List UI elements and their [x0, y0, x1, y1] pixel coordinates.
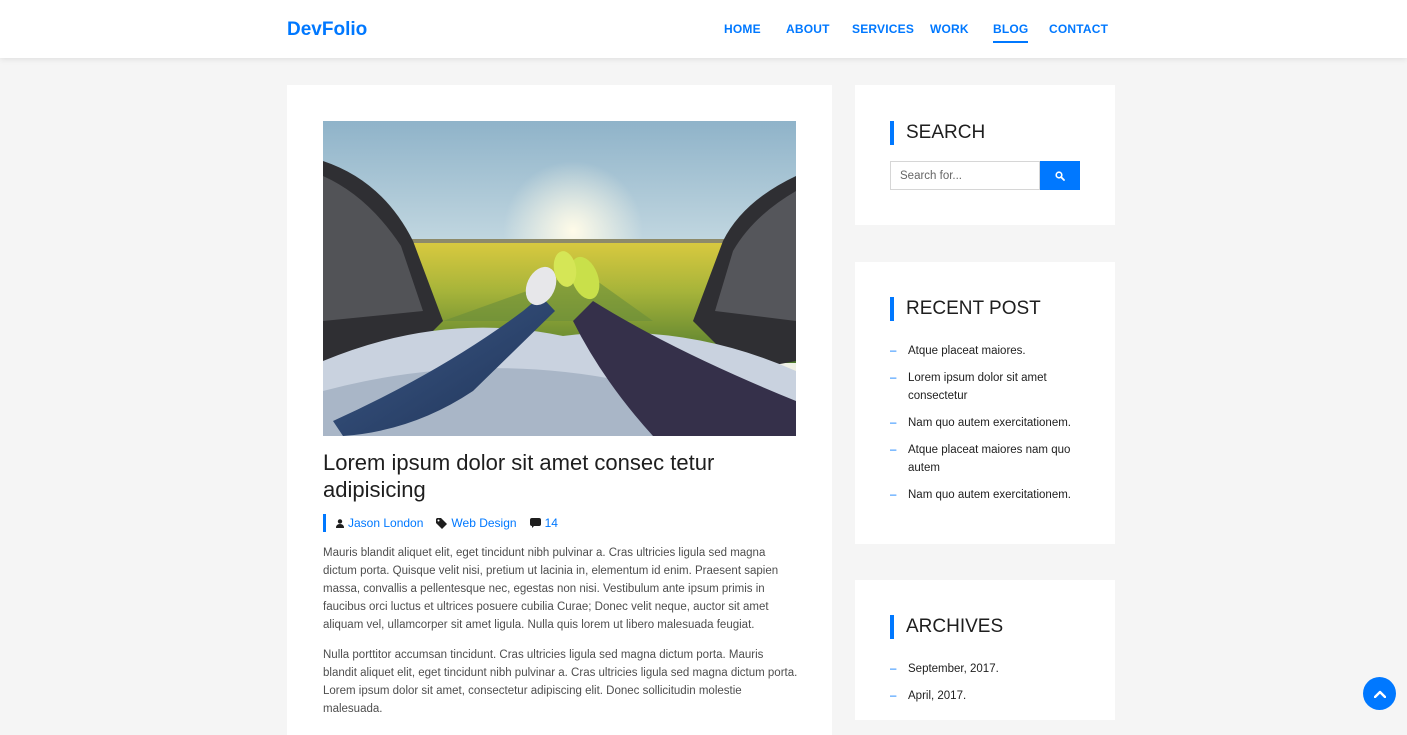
- search-icon: [1055, 170, 1065, 181]
- archives-list: – September, 2017. – April, 2017.: [890, 660, 1085, 714]
- nav-work[interactable]: WORK: [930, 22, 969, 36]
- dash-icon: –: [890, 690, 897, 702]
- recent-post-link[interactable]: Lorem ipsum dolor sit amet consectetur: [908, 372, 1047, 402]
- comment-icon: [529, 518, 541, 528]
- dash-icon: –: [890, 345, 897, 357]
- dash-icon: –: [890, 417, 897, 429]
- post-title[interactable]: Lorem ipsum dolor sit amet consec tetur …: [323, 449, 783, 503]
- archive-item[interactable]: – September, 2017.: [890, 660, 1085, 678]
- search-widget-title: SEARCH: [890, 121, 985, 145]
- blog-post-card: Lorem ipsum dolor sit amet consec tetur …: [287, 85, 832, 735]
- post-meta: Jason London Web Design 14: [323, 514, 558, 532]
- archive-link[interactable]: September, 2017.: [908, 663, 999, 675]
- tag-icon: [436, 517, 448, 529]
- recent-post-item[interactable]: – Nam quo autem exercitationem.: [890, 414, 1085, 432]
- recent-posts-widget: RECENT POST – Atque placeat maiores. – Lor…: [855, 262, 1115, 544]
- post-paragraph: Mauris blandit aliquet elit, eget tincid…: [323, 547, 779, 631]
- archive-item[interactable]: – April, 2017.: [890, 687, 1085, 705]
- search-input[interactable]: [890, 161, 1040, 190]
- archives-title: ARCHIVES: [890, 615, 1003, 639]
- recent-post-link[interactable]: Nam quo autem exercitationem.: [908, 489, 1071, 501]
- nav-home[interactable]: HOME: [724, 22, 761, 36]
- dash-icon: –: [890, 444, 897, 456]
- post-author[interactable]: Jason London: [336, 516, 423, 530]
- dash-icon: –: [890, 663, 897, 675]
- back-to-top-button[interactable]: [1363, 677, 1396, 710]
- top-navbar: DevFolio HOME ABOUT SERVICES WORK BLOG C…: [0, 0, 1407, 58]
- hero-illustration: [323, 121, 796, 436]
- dash-icon: –: [890, 489, 897, 501]
- nav-contact[interactable]: CONTACT: [1049, 22, 1108, 36]
- recent-post-link[interactable]: Atque placeat maiores nam quo autem: [908, 444, 1070, 474]
- recent-posts-list: – Atque placeat maiores. – Lorem ipsum dol…: [890, 342, 1085, 513]
- post-category[interactable]: Web Design: [436, 516, 517, 530]
- post-comments[interactable]: 14: [529, 516, 558, 530]
- chevron-up-icon: [1373, 690, 1386, 698]
- recent-posts-title: RECENT POST: [890, 297, 1041, 321]
- recent-post-item[interactable]: – Atque placeat maiores nam quo autem: [890, 441, 1085, 477]
- nav-about[interactable]: ABOUT: [786, 22, 830, 36]
- dash-icon: –: [890, 372, 897, 384]
- recent-post-link[interactable]: Nam quo autem exercitationem.: [908, 417, 1071, 429]
- recent-post-link[interactable]: Atque placeat maiores.: [908, 345, 1026, 357]
- archive-link[interactable]: April, 2017.: [908, 690, 966, 702]
- post-comments-count: 14: [544, 516, 558, 530]
- user-icon: [336, 518, 344, 528]
- post-author-name: Jason London: [348, 516, 424, 530]
- post-paragraph: Nulla porttitor accumsan tincidunt. Cras…: [323, 649, 798, 715]
- recent-post-item[interactable]: – Lorem ipsum dolor sit amet consectetur: [890, 369, 1085, 405]
- nav-services[interactable]: SERVICES: [852, 22, 914, 36]
- recent-post-item[interactable]: – Atque placeat maiores.: [890, 342, 1085, 360]
- recent-post-item[interactable]: – Nam quo autem exercitationem.: [890, 486, 1085, 504]
- brand-logo[interactable]: DevFolio: [287, 19, 367, 41]
- post-category-label: Web Design: [451, 516, 517, 530]
- post-hero-image: [323, 121, 796, 436]
- search-button[interactable]: [1040, 161, 1080, 190]
- search-widget: SEARCH: [855, 85, 1115, 225]
- nav-blog[interactable]: BLOG: [993, 22, 1029, 43]
- archives-widget: ARCHIVES – September, 2017. – April, 2017.: [855, 580, 1115, 720]
